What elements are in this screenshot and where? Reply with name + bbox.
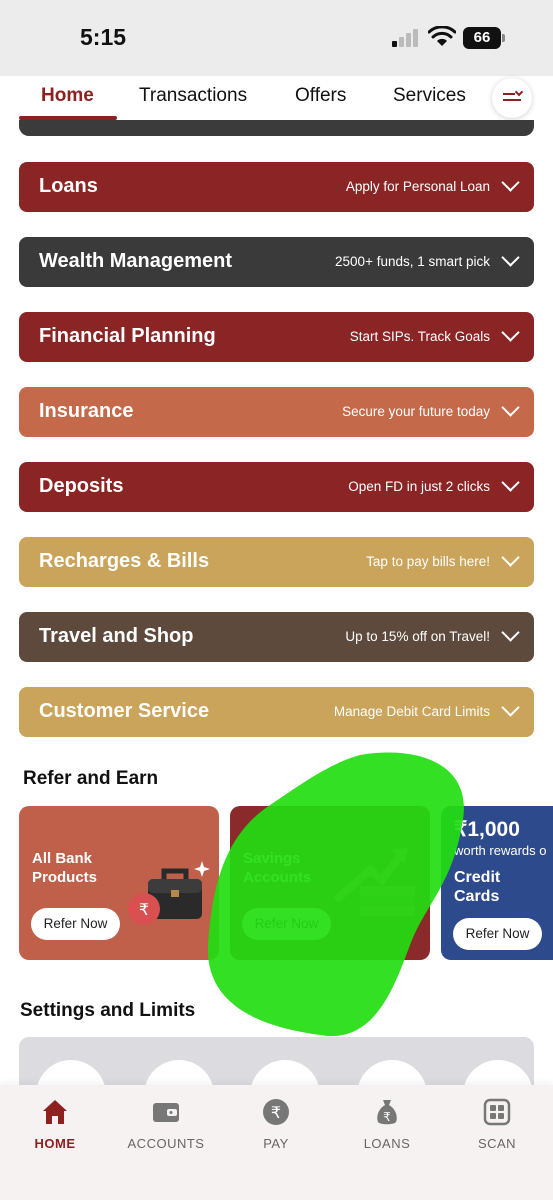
top-tabs: Home Transactions Offers Services (0, 76, 553, 120)
cellular-signal-icon (392, 29, 418, 47)
category-subtitle: Secure your future today (342, 404, 490, 419)
category-title: Wealth Management (39, 250, 232, 272)
svg-text:₹: ₹ (271, 1103, 281, 1122)
category-financial-planning[interactable]: Financial Planning Start SIPs. Track Goa… (19, 312, 534, 362)
category-title: Loans (39, 175, 98, 197)
refer-now-button[interactable]: Refer Now (242, 908, 331, 940)
category-subtitle: Apply for Personal Loan (345, 179, 490, 194)
nav-pay[interactable]: ₹ PAY (226, 1097, 326, 1151)
category-subtitle: Tap to pay bills here! (366, 554, 490, 569)
refer-and-earn-heading: Refer and Earn (23, 768, 159, 789)
category-deposits[interactable]: Deposits Open FD in just 2 clicks (19, 462, 534, 512)
battery-icon: 66 (463, 27, 505, 49)
settings-and-limits-heading: Settings and Limits (20, 1000, 196, 1021)
nav-scan[interactable]: SCAN (447, 1097, 547, 1151)
reward-amount: ₹1,000 (454, 818, 520, 841)
scan-icon (483, 1098, 511, 1126)
refer-card-savings-accounts[interactable]: Savings Accounts Refer Now (230, 806, 430, 960)
refer-card-all-bank-products[interactable]: All Bank Products ₹ Refer Now (19, 806, 219, 960)
money-growth-icon (334, 848, 415, 916)
category-loans[interactable]: Loans Apply for Personal Loan (19, 162, 534, 212)
tab-offers[interactable]: Offers (295, 85, 346, 107)
nav-loans[interactable]: ₹ LOANS (337, 1097, 437, 1151)
category-recharges-bills[interactable]: Recharges & Bills Tap to pay bills here! (19, 537, 534, 587)
status-bar: 5:15 66 (0, 0, 553, 76)
battery-level: 66 (463, 27, 501, 49)
reward-subtitle: worth rewards o (454, 843, 547, 858)
wallet-icon (153, 1103, 179, 1122)
category-travel-and-shop[interactable]: Travel and Shop Up to 15% off on Travel! (19, 612, 534, 662)
nav-home[interactable]: HOME (5, 1097, 105, 1151)
category-customer-service[interactable]: Customer Service Manage Debit Card Limit… (19, 687, 534, 737)
category-wealth-management[interactable]: Wealth Management 2500+ funds, 1 smart p… (19, 237, 534, 287)
chevron-down-icon (501, 173, 520, 192)
home-icon (43, 1100, 67, 1124)
money-bag-icon: ₹ (377, 1100, 397, 1125)
refer-now-button[interactable]: Refer Now (453, 918, 542, 950)
chevron-down-icon (514, 87, 524, 97)
category-insurance[interactable]: Insurance Secure your future today (19, 387, 534, 437)
bottom-navigation: HOME ACCOUNTS ₹ PAY ₹ LOANS SCAN (0, 1085, 553, 1200)
refer-card-credit-cards[interactable]: ₹1,000 worth rewards o Credit Cards Refer… (441, 806, 553, 960)
category-subtitle: Open FD in just 2 clicks (348, 479, 490, 494)
svg-text:₹: ₹ (139, 900, 149, 919)
svg-text:₹: ₹ (383, 1110, 391, 1124)
refer-card-label: Credit Cards (454, 869, 501, 905)
chevron-down-icon (501, 698, 520, 717)
refer-card-label: All Bank Products (32, 850, 98, 886)
tab-transactions[interactable]: Transactions (139, 85, 247, 107)
tab-home[interactable]: Home (41, 85, 94, 107)
previous-card-edge (19, 120, 534, 136)
briefcase-icon: ₹ (128, 861, 210, 925)
chevron-down-icon (501, 473, 520, 492)
category-title: Financial Planning (39, 325, 216, 347)
refer-now-button[interactable]: Refer Now (31, 908, 120, 940)
category-subtitle: Manage Debit Card Limits (333, 704, 490, 719)
refer-card-label: Savings Accounts (243, 850, 312, 886)
category-subtitle: Up to 15% off on Travel! (345, 629, 490, 644)
rupee-icon: ₹ (263, 1099, 289, 1125)
nav-accounts[interactable]: ACCOUNTS (116, 1097, 216, 1151)
status-time: 5:15 (80, 24, 127, 50)
chevron-down-icon (501, 623, 520, 642)
category-title: Customer Service (39, 700, 210, 722)
chevron-down-icon (501, 323, 520, 342)
tab-services[interactable]: Services (393, 85, 466, 107)
category-title: Recharges & Bills (39, 550, 210, 572)
category-subtitle: 2500+ funds, 1 smart pick (335, 254, 490, 269)
category-title: Insurance (39, 400, 134, 422)
menu-toggle-button[interactable] (492, 78, 532, 118)
chevron-down-icon (501, 398, 520, 417)
wifi-icon (428, 26, 456, 46)
category-title: Travel and Shop (39, 625, 194, 647)
chevron-down-icon (501, 548, 520, 567)
chevron-down-icon (501, 248, 520, 267)
category-title: Deposits (39, 475, 124, 497)
category-subtitle: Start SIPs. Track Goals (349, 329, 490, 344)
